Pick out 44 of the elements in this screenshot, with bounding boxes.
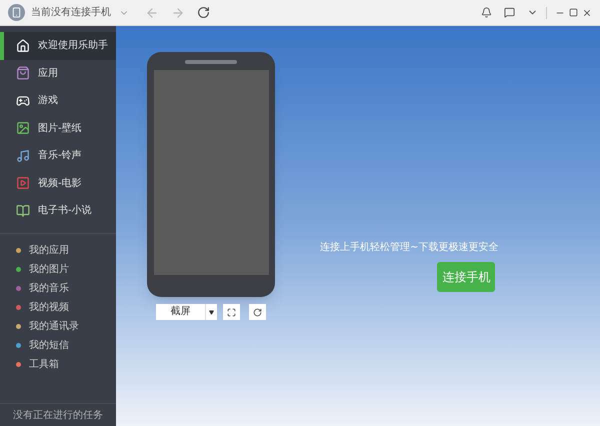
fullscreen-icon [227,308,236,316]
book-icon [16,204,30,218]
my-item[interactable]: 我的应用 [29,242,69,258]
nav-label: 游戏 [38,94,58,108]
nav-item[interactable]: 图片-壁纸 [0,114,116,142]
nav-label: 视频-电影 [38,176,82,191]
nav-item[interactable]: 视频-电影 [0,170,116,197]
nav-item[interactable]: 游戏 [0,87,116,114]
nav-item[interactable]: 电子书-小说 [0,197,116,224]
nav-item[interactable]: 欢迎使用乐助手 [0,32,116,60]
rotate-button[interactable] [249,304,266,320]
my-item[interactable]: 我的音乐 [29,280,69,296]
video-icon [16,176,30,190]
device-label[interactable]: 当前没有连接手机 [31,5,111,20]
my-item[interactable]: 我的视频 [29,300,69,314]
my-item[interactable]: 我的短信 [29,338,69,352]
nav-label: 图片-壁纸 [38,122,82,136]
my-item[interactable]: 我的图片 [29,262,69,276]
nav-label: 电子书-小说 [38,204,92,218]
nav-label: 欢迎使用乐助手 [38,38,108,54]
caret-icon [209,310,214,314]
maximize-icon[interactable] [569,8,578,17]
message-icon[interactable] [504,7,515,18]
bag-icon [16,66,30,80]
home-icon [16,38,30,53]
fullscreen-button[interactable] [223,304,240,320]
nav-label: 应用 [38,66,58,81]
my-item[interactable]: 我的通讯录 [29,318,79,334]
tagline: 连接上手机轻松管理~下载更极速更安全 [320,240,498,255]
bell-icon[interactable] [481,7,492,18]
refresh-icon[interactable] [197,6,210,19]
close-icon[interactable] [582,8,592,18]
rotate-icon [253,308,262,316]
music-icon [16,148,30,163]
image-icon [16,121,30,136]
nav-item[interactable]: 音乐-铃声 [0,142,116,170]
gamepad-icon [16,94,30,108]
screenshot-dropdown[interactable] [205,304,217,320]
task-status: 没有正在进行的任务 [13,408,103,422]
nav-item[interactable]: 应用 [0,60,116,87]
phone-icon [8,4,25,21]
nav-label: 音乐-铃声 [38,148,82,164]
screenshot-button[interactable]: 截屏 [156,304,205,320]
my-item[interactable]: 工具箱 [29,356,59,372]
